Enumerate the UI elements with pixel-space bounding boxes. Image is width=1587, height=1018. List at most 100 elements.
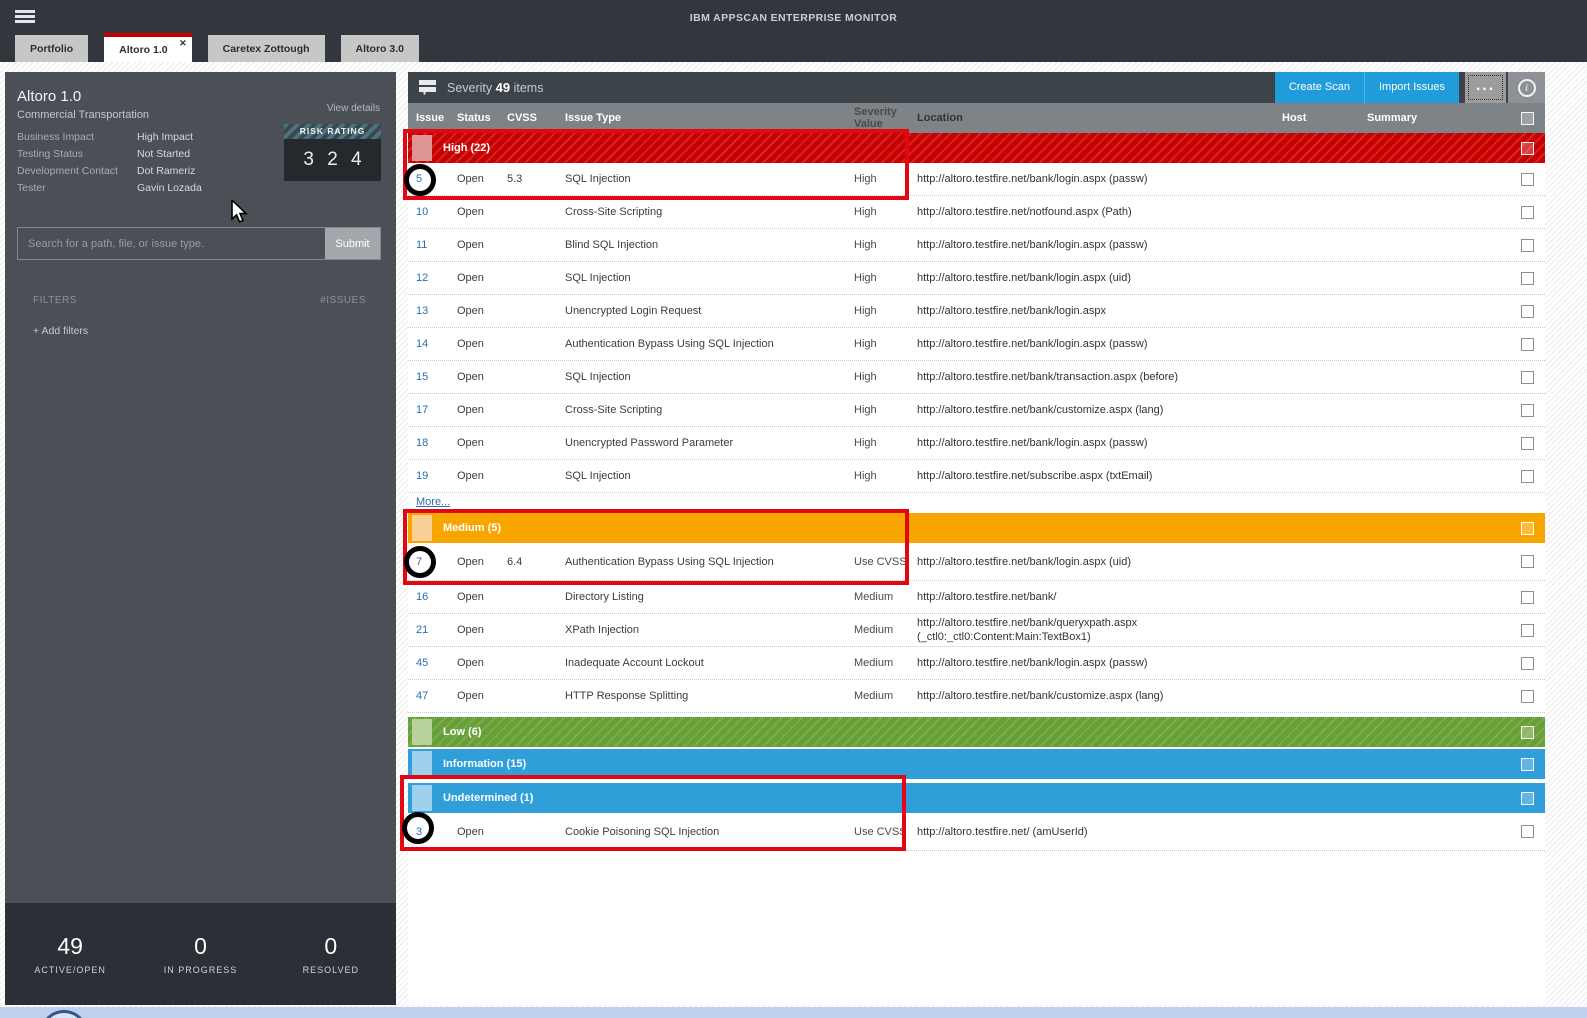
tab-altoro-1-0[interactable]: Altoro 1.0 ✕ — [104, 33, 192, 62]
row-checkbox[interactable] — [1521, 689, 1534, 703]
band-label: High (22) — [443, 142, 491, 154]
issue-id-link[interactable]: 10 — [416, 206, 428, 218]
issues-panel: Severity 49 items Create Scan Import Iss… — [408, 72, 1545, 1005]
issue-status-cell: Open — [457, 338, 484, 350]
issue-row[interactable]: 21 Open XPath Injection Medium http://altoro… — [408, 614, 1545, 647]
issue-severity-value-cell: Medium — [854, 690, 894, 702]
issue-row[interactable]: 13 Open Unencrypted Login Request High http:… — [408, 295, 1545, 328]
issue-row[interactable]: 18 Open Unencrypted Password Parameter High… — [408, 427, 1545, 460]
issue-id-link[interactable]: 19 — [416, 470, 428, 482]
tab-altoro-3-0[interactable]: Altoro 3.0 — [340, 35, 419, 62]
issue-row[interactable]: 10 Open Cross-Site Scripting High http://alt… — [408, 196, 1545, 229]
row-checkbox[interactable] — [1521, 238, 1534, 252]
issue-checkbox-cell — [1510, 689, 1545, 703]
issue-row[interactable]: 14 Open Authentication Bypass Using SQL In… — [408, 328, 1545, 361]
severity-band-info[interactable]: Information (15) — [408, 749, 1545, 779]
column-header-status[interactable]: Status — [457, 112, 507, 124]
severity-band-high[interactable]: High (22) — [408, 133, 1545, 163]
issue-row[interactable]: 7 Open 6.4 Authentication Bypass Using SQL … — [408, 543, 1545, 581]
column-header-severity-value[interactable]: Severity Value — [854, 106, 917, 130]
band-checkbox[interactable] — [1521, 725, 1534, 739]
row-checkbox[interactable] — [1521, 656, 1534, 670]
issue-severity-value-cell: High — [854, 206, 877, 218]
row-checkbox[interactable] — [1521, 590, 1534, 604]
band-checkbox[interactable] — [1521, 757, 1534, 771]
issue-id-cell: 13 — [408, 305, 457, 317]
column-header-issue[interactable]: Issue — [408, 112, 457, 124]
issue-id-link[interactable]: 45 — [416, 657, 428, 669]
issue-checkbox-cell — [1510, 656, 1545, 670]
column-header-host[interactable]: Host — [1282, 112, 1367, 124]
more-actions-button[interactable]: ... — [1465, 72, 1506, 103]
row-checkbox[interactable] — [1521, 436, 1534, 450]
issue-id-link[interactable]: 15 — [416, 371, 428, 383]
issue-id-link[interactable]: 7 — [416, 556, 422, 568]
add-filters-link[interactable]: + Add filters — [33, 325, 88, 337]
issue-id-link[interactable]: 13 — [416, 305, 428, 317]
row-checkbox[interactable] — [1521, 271, 1534, 285]
issue-id-link[interactable]: 14 — [416, 338, 428, 350]
issue-row[interactable]: 19 Open SQL Injection High http://altoro.tes… — [408, 460, 1545, 493]
issue-location-line1: http://altoro.testfire.net/bank/queryxpa… — [917, 617, 1138, 629]
search-submit-button[interactable]: Submit — [325, 228, 380, 259]
start-orb-icon[interactable] — [40, 1010, 88, 1018]
row-checkbox[interactable] — [1521, 304, 1534, 318]
issue-id-link[interactable]: 5 — [416, 173, 422, 185]
import-issues-button[interactable]: Import Issues — [1363, 72, 1459, 103]
issue-location-cell: http://altoro.testfire.net/subscribe.asp… — [917, 469, 1282, 483]
issue-id-link[interactable]: 18 — [416, 437, 428, 449]
issue-id-link[interactable]: 16 — [416, 591, 428, 603]
issue-row[interactable]: 17 Open Cross-Site Scripting High http://alt… — [408, 394, 1545, 427]
row-checkbox[interactable] — [1521, 825, 1534, 838]
row-checkbox[interactable] — [1521, 370, 1534, 384]
tab-caretex-zottough[interactable]: Caretex Zottough — [207, 35, 325, 62]
column-header-location[interactable]: Location — [917, 111, 1282, 125]
issue-row[interactable]: 47 Open HTTP Response Splitting Medium http:… — [408, 680, 1545, 713]
band-checkbox[interactable] — [1521, 791, 1534, 805]
issue-type-cell: Cross-Site Scripting — [565, 404, 663, 416]
severity-band-low[interactable]: Low (6) — [408, 717, 1545, 747]
search-input[interactable] — [18, 228, 325, 259]
create-scan-button[interactable]: Create Scan — [1274, 72, 1364, 103]
issue-row[interactable]: 15 Open SQL Injection High http://altoro.tes… — [408, 361, 1545, 394]
info-button[interactable]: i — [1508, 72, 1545, 103]
band-checkbox[interactable] — [1521, 141, 1534, 155]
issue-id-cell: 15 — [408, 371, 457, 383]
issue-row[interactable]: 5 Open 5.3 SQL Injection High http://altoro.t… — [408, 163, 1545, 196]
row-checkbox[interactable] — [1521, 205, 1534, 219]
issue-id-link[interactable]: 21 — [416, 624, 428, 636]
row-checkbox[interactable] — [1521, 555, 1534, 568]
issue-id-cell: 16 — [408, 591, 457, 603]
issue-row[interactable]: 12 Open SQL Injection High http://altoro.tes… — [408, 262, 1545, 295]
column-header-cvss[interactable]: CVSS — [507, 112, 565, 124]
issue-id-link[interactable]: 47 — [416, 690, 428, 702]
issue-id-link[interactable]: 11 — [416, 239, 427, 251]
row-checkbox[interactable] — [1521, 172, 1534, 186]
issue-row[interactable]: 45 Open Inadequate Account Lockout Medium ht… — [408, 647, 1545, 680]
view-details-link[interactable]: View details — [327, 103, 380, 114]
issue-id-link[interactable]: 3 — [416, 826, 422, 838]
band-color-square — [412, 751, 432, 777]
issue-id-cell: 47 — [408, 690, 457, 702]
column-header-issue-type[interactable]: Issue Type — [565, 112, 854, 124]
more-link[interactable]: More... — [408, 493, 538, 511]
issue-row[interactable]: 3 Open Cookie Poisoning SQL Injection Use C… — [408, 813, 1545, 851]
row-checkbox[interactable] — [1521, 337, 1534, 351]
detail-value: Dot Rameriz — [137, 164, 196, 177]
issue-row[interactable]: 11 Open Blind SQL Injection High http://alto… — [408, 229, 1545, 262]
issue-id-link[interactable]: 17 — [416, 404, 428, 416]
issue-row[interactable]: 16 Open Directory Listing Medium http://alto… — [408, 581, 1545, 614]
column-header-summary[interactable]: Summary — [1367, 112, 1510, 124]
issue-severity-value-cell: High — [854, 173, 877, 185]
severity-band-medium[interactable]: Medium (5) — [408, 513, 1545, 543]
row-checkbox[interactable] — [1521, 623, 1534, 637]
row-checkbox[interactable] — [1521, 403, 1534, 417]
issue-id-link[interactable]: 12 — [416, 272, 428, 284]
tab-portfolio[interactable]: Portfolio — [15, 35, 89, 62]
severity-band-undet[interactable]: Undetermined (1) — [408, 783, 1545, 813]
row-checkbox[interactable] — [1521, 469, 1534, 483]
tab-close-icon[interactable]: ✕ — [179, 38, 187, 49]
select-all-checkbox[interactable] — [1521, 111, 1534, 125]
band-checkbox[interactable] — [1521, 521, 1534, 535]
group-by-field[interactable]: Severity — [447, 81, 492, 95]
